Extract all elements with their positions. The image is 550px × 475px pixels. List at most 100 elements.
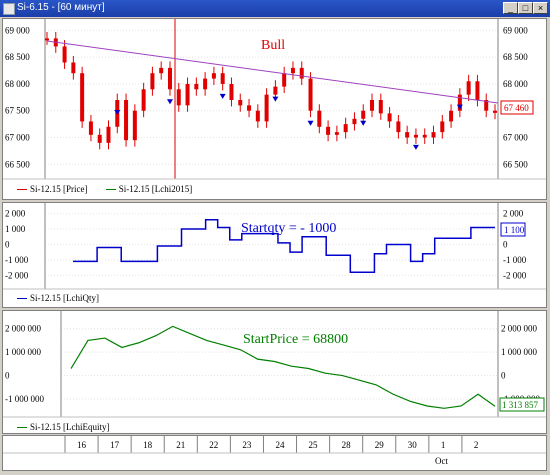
price-candle (282, 73, 287, 87)
price-candle (71, 62, 76, 74)
day-label: 29 (375, 440, 385, 450)
time-axis-svg: 16 17 18 21 22 23 24 25 28 29 30 1 2 Oct (3, 436, 546, 466)
price-candle (466, 81, 471, 95)
time-axis[interactable]: 16 17 18 21 22 23 24 25 28 29 30 1 2 Oct (2, 435, 547, 471)
price-candle (203, 78, 208, 90)
trade-marker (166, 99, 173, 105)
qty-tick-left: -1 000 (5, 255, 29, 265)
equity-tick-left: 2 000 000 (5, 324, 42, 334)
price-candle (80, 73, 85, 122)
price-tick-right: 69 000 (503, 25, 528, 35)
price-chart[interactable]: 69 000 69 000 68 500 68 500 68 000 68 000 67 5… (3, 19, 546, 199)
price-candle (290, 67, 295, 74)
equity-tick-left: 1 000 000 (5, 347, 42, 357)
qty-pane[interactable]: 2 0002 0001 0001 00000-1 000-1 000-2 000… (2, 202, 547, 308)
equity-tick-right: 1 000 000 (501, 347, 538, 357)
price-candle (413, 134, 418, 138)
day-label: 17 (110, 440, 120, 450)
price-tick-right: 68 500 (503, 52, 528, 62)
trade-marker (219, 93, 226, 99)
day-label: 16 (77, 440, 87, 450)
price-candle (211, 73, 216, 79)
trade-marker (307, 120, 314, 126)
title-bar[interactable]: Si-6.15 - [60 минут] _ □ × (0, 0, 550, 17)
qty-tick-left: 1 000 (5, 224, 26, 234)
price-candle (475, 81, 480, 100)
legend-item-price[interactable]: Si-12.15 [Price] (17, 184, 88, 194)
day-label: 2 (474, 440, 479, 450)
chart-window: Si-6.15 - [60 минут] _ □ × 69 000 69 000 6… (0, 0, 550, 473)
price-legend: Si-12.15 [Price] Si-12.15 [Lchi2015] (17, 184, 208, 194)
price-candle (405, 132, 410, 138)
equity-pane[interactable]: 2 000 000 2 000 000 1 000 000 1 000 000 0 0 -1… (2, 310, 547, 434)
price-tick-right: 67 000 (503, 133, 528, 143)
price-tick-left: 66 500 (5, 159, 30, 169)
price-candle (317, 110, 322, 127)
maximize-button[interactable]: □ (518, 2, 533, 14)
price-candle (62, 46, 67, 63)
price-candle (273, 86, 278, 95)
price-candle (361, 110, 366, 119)
price-candle (176, 89, 181, 106)
price-tick-left: 69 000 (5, 25, 30, 35)
qty-axis-ticks: 2 0002 0001 0001 00000-1 000-1 000-2 000… (5, 209, 527, 281)
price-candle (238, 100, 243, 106)
day-label: 28 (342, 440, 352, 450)
price-candle (88, 121, 93, 135)
day-label: 25 (309, 440, 319, 450)
legend-item-lchi2015[interactable]: Si-12.15 [Lchi2015] (105, 184, 192, 194)
legend-item-lchiequity[interactable]: Si-12.15 [LchiEquity] (17, 422, 110, 432)
price-tick-left: 68 000 (5, 79, 30, 89)
bull-annotation: Bull (261, 38, 285, 53)
day-label: 30 (408, 440, 418, 450)
price-candle (387, 113, 392, 122)
price-candle (299, 67, 304, 79)
day-label: 1 (441, 440, 446, 450)
price-tick-right: 66 500 (503, 159, 528, 169)
price-candle (326, 126, 331, 135)
equity-tick-right: 0 (501, 371, 506, 381)
day-label: 22 (209, 440, 218, 450)
price-candle (124, 100, 129, 141)
legend-item-lchiqty[interactable]: Si-12.15 [LchiQty] (17, 293, 99, 303)
equity-chart[interactable]: 2 000 000 2 000 000 1 000 000 1 000 000 0 0 -1… (3, 311, 546, 433)
qty-tick-left: -2 000 (5, 270, 29, 280)
minimize-button[interactable]: _ (503, 2, 518, 14)
price-tick-left: 68 500 (5, 52, 30, 62)
equity-tick-left: 0 (5, 371, 10, 381)
day-label: 21 (176, 440, 185, 450)
price-candle (255, 110, 260, 122)
price-candle (493, 110, 497, 113)
qty-tick-right: -2 000 (503, 270, 527, 280)
startprice-annotation: StartPrice = 68800 (243, 332, 348, 347)
qty-tick-left: 2 000 (5, 209, 26, 219)
price-candle (132, 110, 137, 141)
equity-legend: Si-12.15 [LchiEquity] (17, 422, 126, 432)
chart-app-icon (3, 3, 15, 15)
price-candle (334, 132, 339, 135)
price-candle (264, 94, 269, 122)
trade-marker (114, 110, 121, 115)
price-candle (194, 83, 199, 90)
price-pane[interactable]: 69 000 69 000 68 500 68 500 68 000 68 000 67 5… (2, 18, 547, 200)
trade-marker (412, 144, 419, 150)
trade-marker (456, 104, 463, 110)
close-button[interactable]: × (533, 2, 548, 14)
price-candle (220, 73, 225, 84)
qty-tick-right: 2 000 (503, 209, 524, 219)
price-candle (247, 105, 252, 111)
price-candle (229, 83, 234, 100)
price-candle (352, 118, 357, 125)
price-candle (150, 73, 155, 90)
price-candle (449, 110, 454, 122)
time-axis-days: 16 17 18 21 22 23 24 25 28 29 30 1 2 (64, 436, 479, 453)
price-candle (440, 121, 445, 133)
price-candle (378, 100, 383, 114)
price-candle (308, 78, 313, 111)
qty-tick-right: -1 000 (503, 255, 527, 265)
qty-chart[interactable]: 2 0002 0001 0001 00000-1 000-1 000-2 000… (3, 203, 546, 307)
price-candle (370, 100, 375, 111)
window-title: Si-6.15 - [60 минут] (17, 2, 105, 13)
day-label: 23 (242, 440, 252, 450)
price-candle (343, 124, 348, 133)
